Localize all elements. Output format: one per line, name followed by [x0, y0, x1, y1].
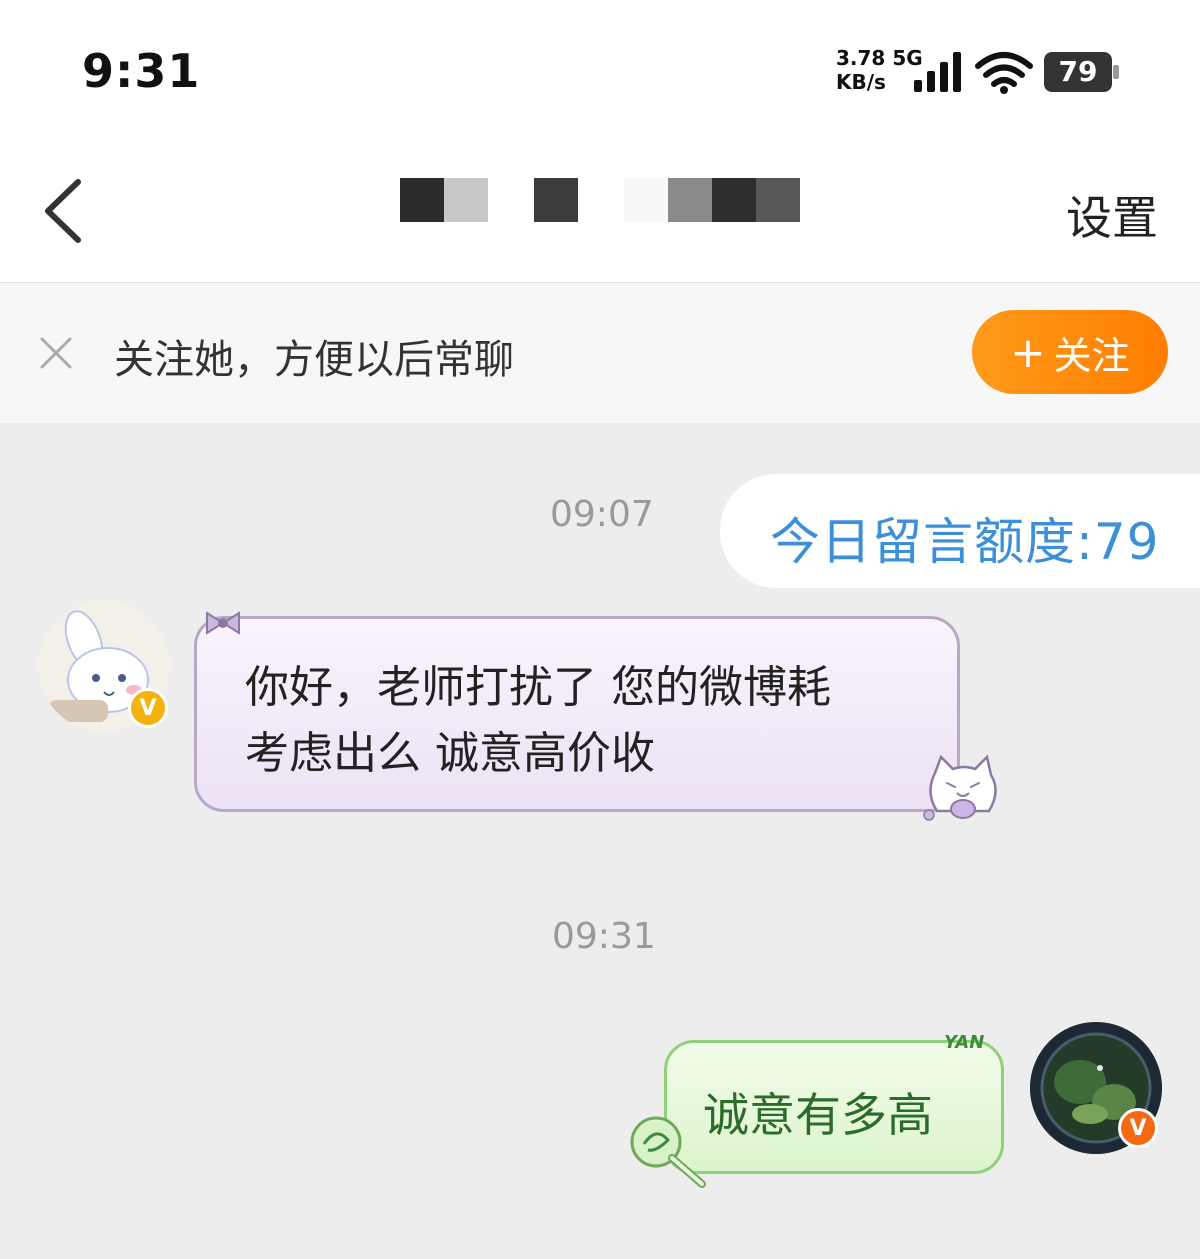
battery-icon: 79	[1044, 52, 1120, 92]
net-speed-value: 3.78	[836, 46, 886, 70]
wifi-icon	[975, 52, 1033, 94]
chat-header: 设置	[0, 140, 1200, 283]
outgoing-message-text: 诚意有多高	[703, 1088, 933, 1142]
message-timestamp: 09:31	[552, 916, 656, 957]
settings-button[interactable]: 设置	[1066, 182, 1158, 248]
follow-prompt-bar: 关注她，方便以后常聊 + 关注	[0, 283, 1200, 423]
close-icon[interactable]	[38, 335, 74, 371]
net-speed-unit: KB/s	[836, 70, 886, 94]
message-line: 考虑出么 诚意高价收	[245, 728, 655, 779]
network-speed: 3.78 5G KB/s	[836, 46, 923, 94]
lollipop-sticker-icon	[630, 1116, 706, 1188]
status-bar: 9:31 3.78 5G KB/s 79	[0, 0, 1200, 140]
bubble-sticker-text: YAN	[944, 1032, 985, 1053]
follow-button[interactable]: + 关注	[972, 310, 1168, 394]
message-timestamp: 09:07	[550, 494, 654, 535]
cat-sticker-icon	[923, 754, 997, 821]
message-line: 你好，老师打扰了 您的微博耗	[245, 662, 831, 713]
battery-level: 79	[1058, 55, 1098, 88]
verified-badge: V	[128, 688, 168, 728]
status-time: 9:31	[82, 44, 201, 98]
quota-text: 今日留言额度:79	[770, 513, 1160, 571]
message-quota-bubble: 今日留言额度:79	[720, 474, 1200, 588]
chevron-left-icon[interactable]	[36, 176, 92, 246]
follow-prompt-text: 关注她，方便以后常聊	[114, 337, 514, 383]
incoming-message-text: 你好，老师打扰了 您的微博耗 考虑出么 诚意高价收	[245, 655, 945, 787]
follow-button-label: 关注	[1053, 333, 1130, 378]
verified-badge: V	[1118, 1108, 1158, 1148]
signal-icon	[914, 52, 961, 92]
bow-icon	[206, 611, 240, 635]
contact-name-pixelated	[400, 178, 800, 222]
incoming-message-bubble[interactable]: 你好，老师打扰了 您的微博耗 考虑出么 诚意高价收	[194, 611, 997, 821]
outgoing-message-bubble[interactable]: 诚意有多高	[664, 1040, 1004, 1174]
plus-icon: +	[1010, 327, 1046, 377]
